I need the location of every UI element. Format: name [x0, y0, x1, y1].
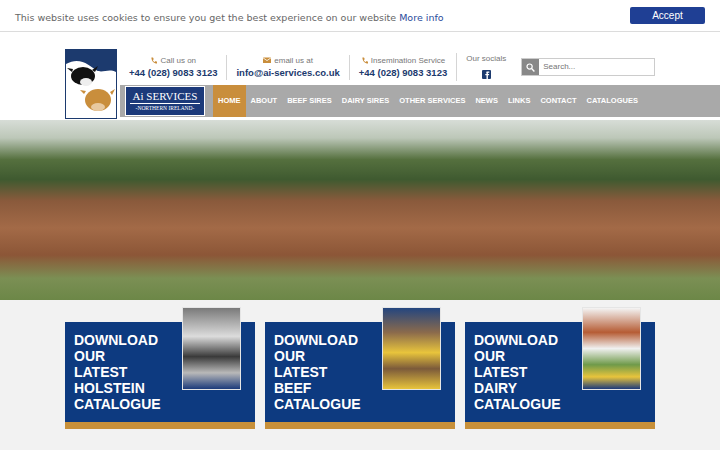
nav-link[interactable]: BEEF SIRES	[282, 85, 337, 117]
cow-logo-icon	[66, 50, 116, 118]
phone-icon	[361, 57, 368, 64]
catalogue-card[interactable]: DOWNLOAD OUR LATEST BEEF CATALOGUE	[265, 307, 455, 429]
cow-logo-icon[interactable]	[65, 49, 117, 119]
nav-item-wrap: LINKS	[503, 85, 536, 117]
contact-label-text: email us at	[274, 56, 313, 65]
contact-item: Our socials	[456, 53, 515, 81]
nav-item-wrap: CONTACT	[535, 85, 581, 117]
nav-link[interactable]: ABOUT	[246, 85, 283, 117]
brand-box[interactable]: Ai SERVICES-NORTHERN IRELAND-	[125, 86, 205, 116]
contact-value[interactable]: +44 (028) 9083 3123	[359, 66, 447, 80]
hero-photo	[0, 120, 720, 300]
main-nav: Ai SERVICES-NORTHERN IRELAND- HOMEABOUTBE…	[120, 85, 720, 117]
contact-item: Call us on+44 (028) 9083 3123	[120, 55, 226, 80]
contact-label: Our socials	[466, 53, 506, 64]
nav-item-wrap: HOME	[213, 85, 246, 117]
contact-label-text: Our socials	[466, 54, 506, 63]
catalogue-panel[interactable]: DOWNLOAD OUR LATEST BEEF CATALOGUE	[265, 322, 455, 429]
contact-item: email us atinfo@ai-services.co.uk	[226, 55, 348, 80]
contact-label-text: Insemination Service	[371, 56, 445, 65]
accept-button[interactable]: Accept	[630, 7, 705, 24]
catalogue-cover[interactable]	[582, 307, 641, 390]
nav-link[interactable]: CONTACT	[535, 85, 581, 117]
catalogue-card[interactable]: DOWNLOAD OUR LATEST HOLSTEIN CATALOGUE	[65, 307, 255, 429]
nav-link[interactable]: OTHER SERVICES	[394, 85, 470, 117]
nav-link[interactable]: DAIRY SIRES	[337, 85, 395, 117]
catalogue-title[interactable]: DOWNLOAD OUR LATEST DAIRY CATALOGUE	[474, 332, 561, 412]
catalogue-card[interactable]: DOWNLOAD OUR LATEST DAIRY CATALOGUE	[465, 307, 655, 429]
contact-label: Insemination Service	[359, 55, 447, 66]
cookie-text: This website uses cookies to ensure you …	[15, 12, 396, 23]
search-input[interactable]	[539, 59, 654, 75]
brand-subtitle: -NORTHERN IRELAND-	[136, 104, 195, 112]
catalogue-title[interactable]: DOWNLOAD OUR LATEST HOLSTEIN CATALOGUE	[74, 332, 161, 412]
contact-item: Insemination Service+44 (028) 9083 3123	[349, 55, 456, 80]
contact-value	[466, 67, 506, 81]
envelope-icon	[263, 57, 271, 63]
search-button[interactable]	[522, 59, 539, 75]
nav-link[interactable]: NEWS	[470, 85, 503, 117]
contact-label: Call us on	[129, 55, 217, 66]
nav-link[interactable]: CATALOGUES	[582, 85, 643, 117]
magnifier-icon	[526, 63, 535, 72]
contact-label: email us at	[236, 55, 339, 66]
nav-item-wrap: NEWS	[470, 85, 503, 117]
catalogue-panel[interactable]: DOWNLOAD OUR LATEST DAIRY CATALOGUE	[465, 322, 655, 429]
nav-list: HOMEABOUTBEEF SIRESDAIRY SIRESOTHER SERV…	[213, 85, 643, 117]
site-header: Call us on+44 (028) 9083 3123email us at…	[0, 32, 720, 120]
catalogue-cover[interactable]	[182, 307, 241, 390]
more-info-link[interactable]: More info	[399, 12, 443, 23]
phone-icon	[150, 57, 157, 64]
contact-row: Call us on+44 (028) 9083 3123email us at…	[120, 49, 720, 85]
nav-item-wrap: ABOUT	[246, 85, 283, 117]
nav-item-wrap: DAIRY SIRES	[337, 85, 395, 117]
cookie-message: This website uses cookies to ensure you …	[15, 4, 444, 28]
contact-value[interactable]: info@ai-services.co.uk	[236, 66, 339, 80]
nav-item-wrap: CATALOGUES	[582, 85, 643, 117]
catalogue-panel[interactable]: DOWNLOAD OUR LATEST HOLSTEIN CATALOGUE	[65, 322, 255, 429]
nav-link[interactable]: LINKS	[503, 85, 536, 117]
contact-value[interactable]: +44 (028) 9083 3123	[129, 66, 217, 80]
contact-label-text: Call us on	[160, 56, 196, 65]
nav-item-wrap: BEEF SIRES	[282, 85, 337, 117]
catalogue-cover[interactable]	[382, 307, 441, 390]
catalogue-title[interactable]: DOWNLOAD OUR LATEST BEEF CATALOGUE	[274, 332, 361, 412]
facebook-icon	[482, 70, 491, 79]
nav-link[interactable]: HOME	[213, 85, 246, 117]
cookie-bar: This website uses cookies to ensure you …	[0, 0, 720, 32]
catalogue-section: DOWNLOAD OUR LATEST HOLSTEIN CATALOGUE DO…	[0, 300, 720, 429]
brand-title: Ai SERVICES	[130, 90, 201, 104]
nav-item-wrap: OTHER SERVICES	[394, 85, 470, 117]
search-box	[521, 58, 655, 76]
